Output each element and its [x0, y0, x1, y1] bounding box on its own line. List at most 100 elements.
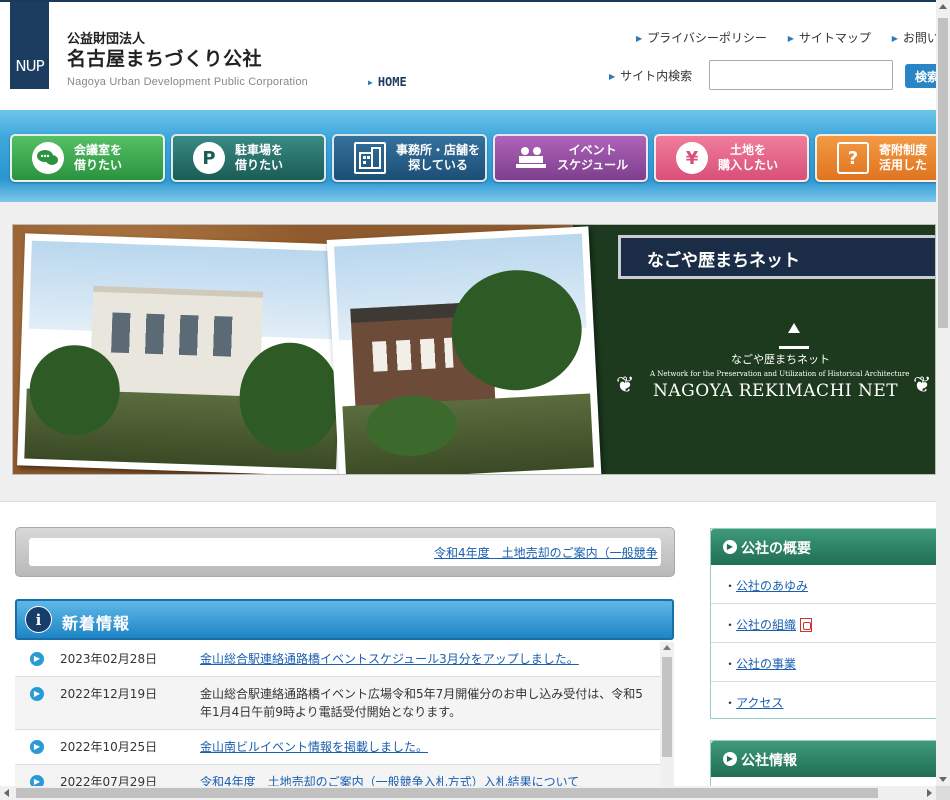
nav-label-line2: 購入したい	[718, 158, 779, 172]
arrow-circle-icon: ▶	[30, 652, 44, 666]
scroll-thumb[interactable]	[16, 788, 878, 798]
info-title: 公社情報	[741, 753, 797, 769]
bullet-icon: ▶	[891, 34, 898, 43]
bullet-icon: ▶	[636, 34, 643, 43]
bullet-icon: ▶	[609, 72, 616, 81]
scroll-down-icon[interactable]	[939, 777, 947, 782]
overview-title: 公社の概要	[741, 541, 811, 557]
nav-label-line2: 借りたい	[74, 158, 123, 172]
news-text: 金山総合駅連絡通路橋イベント広場令和5年7月開催分のお申し込み受付は、令和5年1…	[200, 687, 643, 719]
organization-link[interactable]: 公社の組織	[736, 618, 796, 632]
ticker-link[interactable]: 令和4年度 土地売却のご案内（一般競争	[434, 544, 658, 561]
yen-person-icon: ¥	[676, 142, 708, 174]
scroll-up-icon[interactable]	[663, 645, 671, 650]
ornament-left-icon: ❦	[616, 373, 635, 398]
org-name[interactable]: 名古屋まちづくり公社	[67, 44, 262, 71]
news-item: ▶ 2022年10月25日 金山南ビルイベント情報を掲載しました。	[15, 730, 660, 765]
news-title: 新着情報	[62, 614, 131, 633]
scroll-up-icon[interactable]	[939, 4, 947, 9]
history-link[interactable]: 公社のあゆみ	[736, 579, 808, 593]
sidebar-item-organization: ・公社の組織	[711, 604, 950, 643]
news-link[interactable]: 金山南ビルイベント情報を掲載しました。	[200, 738, 648, 756]
nup-logo[interactable]: NUP	[10, 2, 49, 89]
nav-label: 寄附制度 活用した	[879, 143, 927, 173]
contact-label: お問い	[902, 31, 939, 45]
contact-link[interactable]: ▶ お問い	[892, 31, 939, 45]
news-header: i 新着情報	[15, 599, 674, 640]
scroll-thumb[interactable]	[662, 657, 672, 757]
nav-label-line1: 事務所・店舗を	[396, 143, 481, 157]
logo-text: NUP	[15, 57, 44, 75]
news-list[interactable]: ▶ 2023年02月28日 金山総合駅連絡通路橋イベントスケジュール3月分をアッ…	[15, 642, 660, 800]
news-scrollbar[interactable]	[660, 642, 674, 800]
scroll-right-icon[interactable]	[927, 789, 932, 797]
rekimachi-logo-en: NAGOYA REKIMACHI NET	[653, 381, 899, 401]
bullet-icon: ▶	[787, 34, 794, 43]
sidebar-item-business: ・公社の事業	[711, 643, 950, 682]
sitemap-label: サイトマップ	[798, 31, 871, 45]
home-link[interactable]: ▶ HOME	[368, 75, 407, 89]
rekimachi-banner[interactable]: なごや歴まちネット なごや歴まちネット A Network for the Pr…	[12, 224, 936, 475]
parking-icon: P	[193, 142, 225, 174]
nav-label-line1: 会議室を	[74, 143, 123, 157]
nav-label: 会議室を 借りたい	[74, 143, 122, 173]
privacy-policy-link[interactable]: ▶ プライバシーポリシー	[636, 31, 767, 45]
main-nav: 会議室を 借りたい P 駐車場を 借りたい 事務所・店舗を 探している イベント スケジ…	[0, 110, 950, 202]
news-item: ▶ 2022年12月19日 金山総合駅連絡通路橋イベント広場令和5年7月開催分の…	[15, 677, 660, 730]
nav-office-store-button[interactable]: 事務所・店舗を 探している	[332, 134, 487, 182]
arrow-circle-icon: ▶	[723, 752, 737, 766]
news-item: ▶ 2023年02月28日 金山総合駅連絡通路橋イベントスケジュール3月分をアッ…	[15, 642, 660, 677]
scroll-thumb[interactable]	[938, 18, 948, 328]
nav-label-line2: 借りたい	[235, 158, 284, 172]
business-link[interactable]: 公社の事業	[736, 657, 796, 671]
search-label-text: サイト内検索	[620, 69, 693, 83]
arrow-circle-icon: ▶	[723, 540, 737, 554]
nav-label-line2: スケジュール	[557, 158, 629, 172]
nav-label-line2: 活用した	[879, 158, 928, 172]
nav-buy-land-button[interactable]: ¥ 土地を 購入したい	[654, 134, 809, 182]
sidebar-item-history: ・公社のあゆみ	[711, 565, 950, 604]
speech-bubbles-icon	[32, 142, 64, 174]
nav-parking-button[interactable]: P 駐車場を 借りたい	[171, 134, 326, 182]
search-label: ▶ サイト内検索	[609, 67, 692, 84]
overview-panel: ▶ 公社の概要 ・公社のあゆみ ・公社の組織 ・公社の事業 ・アクセス	[710, 528, 950, 719]
banner-title-plate: なごや歴まちネット	[618, 235, 935, 279]
ticker-window: 令和4年度 土地売却のご案内（一般競争	[29, 538, 661, 566]
nav-label-line1: 寄附制度	[879, 143, 928, 157]
banner-area: なごや歴まちネット なごや歴まちネット A Network for the Pr…	[0, 202, 936, 502]
nav-label: 土地を 購入したい	[718, 143, 778, 173]
nav-event-schedule-button[interactable]: イベント スケジュール	[493, 134, 648, 182]
nav-label-line1: 駐車場を	[235, 143, 284, 157]
nav-label: 駐車場を 借りたい	[235, 143, 283, 173]
access-link[interactable]: アクセス	[736, 696, 783, 710]
ornament-right-icon: ❦	[913, 373, 932, 398]
window-horizontal-scrollbar[interactable]	[0, 786, 936, 800]
top-links: ▶ プライバシーポリシー ▶ サイトマップ ▶ お問い	[636, 29, 950, 46]
scroll-left-icon[interactable]	[4, 789, 9, 797]
sitemap-link[interactable]: ▶ サイトマップ	[788, 31, 871, 45]
western-building-photo	[17, 233, 351, 474]
banner-title: なごや歴まちネット	[647, 251, 800, 271]
nav-label-line1: 土地を	[730, 143, 767, 157]
news-link[interactable]: 金山総合駅連絡通路橋イベントスケジュール3月分をアップしました。	[200, 650, 648, 668]
japanese-house-photo	[326, 226, 602, 474]
site-search-input[interactable]	[709, 60, 893, 90]
rekimachi-logo-jp: なごや歴まちネット	[731, 353, 830, 366]
home-label: HOME	[377, 75, 407, 89]
news-date: 2022年10月25日	[60, 740, 158, 754]
site-header: NUP 公益財団法人 名古屋まちづくり公社 Nagoya Urban Devel…	[0, 2, 945, 110]
org-name-en: Nagoya Urban Development Public Corporat…	[67, 76, 308, 88]
rekimachi-logo-subtitle: A Network for the Preservation and Utili…	[650, 370, 910, 378]
nav-label: 事務所・店舗を 探している	[396, 143, 480, 173]
info-icon: i	[25, 606, 52, 633]
pdf-icon	[800, 618, 813, 632]
nav-label-line1: イベント	[568, 143, 617, 157]
nav-donation-button[interactable]: ? 寄附制度 活用した	[815, 134, 950, 182]
news-ticker: 令和4年度 土地売却のご案内（一般競争	[15, 527, 675, 577]
nav-label: イベント スケジュール	[557, 143, 628, 173]
scrollbar-corner	[936, 786, 950, 800]
bullet-icon: ▶	[368, 78, 373, 87]
arrow-circle-icon: ▶	[30, 687, 44, 701]
nav-meeting-room-button[interactable]: 会議室を 借りたい	[10, 134, 165, 182]
window-vertical-scrollbar[interactable]	[936, 0, 950, 786]
